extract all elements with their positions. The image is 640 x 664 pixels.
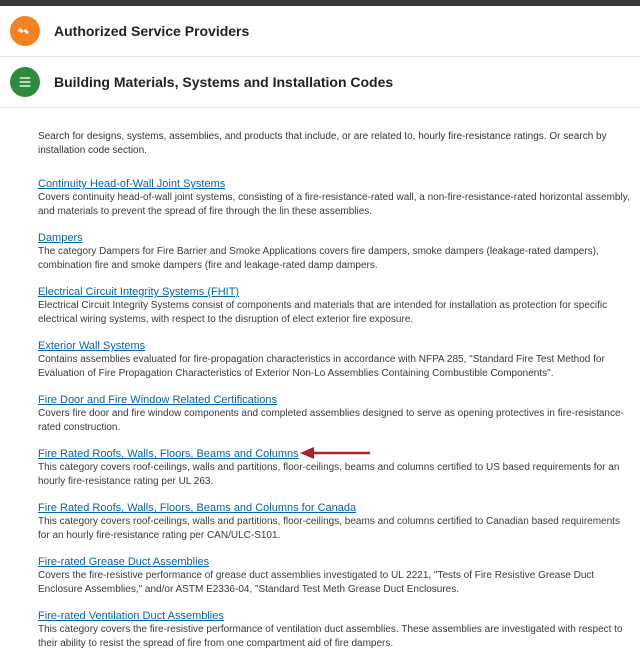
link-electrical-circuit-integrity[interactable]: Electrical Circuit Integrity Systems (FH…: [38, 286, 239, 298]
intro-text: Search for designs, systems, assemblies,…: [38, 130, 630, 158]
link-fire-rated-roofs-canada[interactable]: Fire Rated Roofs, Walls, Floors, Beams a…: [38, 502, 356, 514]
list-item: Electrical Circuit Integrity Systems (FH…: [38, 286, 630, 326]
entry-desc: Electrical Circuit Integrity Systems con…: [38, 299, 630, 326]
content-area: Search for designs, systems, assemblies,…: [0, 108, 640, 650]
entry-desc: Covers the fire-resistive performance of…: [38, 569, 630, 596]
link-fire-rated-ventilation-duct[interactable]: Fire-rated Ventilation Duct Assemblies: [38, 610, 224, 622]
section-title: Authorized Service Providers: [54, 23, 249, 39]
list-item: Fire Door and Fire Window Related Certif…: [38, 394, 630, 434]
section-title: Building Materials, Systems and Installa…: [54, 74, 393, 90]
link-continuity-head-of-wall[interactable]: Continuity Head-of-Wall Joint Systems: [38, 178, 225, 190]
link-fire-rated-roofs-us[interactable]: Fire Rated Roofs, Walls, Floors, Beams a…: [38, 448, 299, 460]
entry-desc: Covers continuity head-of-wall joint sys…: [38, 191, 630, 218]
entry-desc: This category covers roof-ceilings, wall…: [38, 461, 630, 488]
list-item: Exterior Wall Systems Contains assemblie…: [38, 340, 630, 380]
link-exterior-wall-systems[interactable]: Exterior Wall Systems: [38, 340, 145, 352]
entry-desc: This category covers the fire-resistive …: [38, 623, 630, 650]
entry-desc: Covers fire door and fire window compone…: [38, 407, 630, 434]
annotation-arrow-icon: [300, 443, 370, 463]
entry-desc: This category covers roof-ceilings, wall…: [38, 515, 630, 542]
list-item: Continuity Head-of-Wall Joint Systems Co…: [38, 178, 630, 218]
list-item: Fire Rated Roofs, Walls, Floors, Beams a…: [38, 448, 630, 488]
list-icon: [10, 67, 40, 97]
entry-desc: The category Dampers for Fire Barrier an…: [38, 245, 630, 272]
list-item: Fire-rated Grease Duct Assemblies Covers…: [38, 556, 630, 596]
link-fire-rated-grease-duct[interactable]: Fire-rated Grease Duct Assemblies: [38, 556, 209, 568]
handshake-icon: [10, 16, 40, 46]
list-item: Fire-rated Ventilation Duct Assemblies T…: [38, 610, 630, 650]
list-item: Dampers The category Dampers for Fire Ba…: [38, 232, 630, 272]
entry-desc: Contains assemblies evaluated for fire-p…: [38, 353, 630, 380]
header-building-materials[interactable]: Building Materials, Systems and Installa…: [0, 57, 640, 108]
header-authorized-service-providers[interactable]: Authorized Service Providers: [0, 6, 640, 57]
link-fire-door-window[interactable]: Fire Door and Fire Window Related Certif…: [38, 394, 277, 406]
list-item: Fire Rated Roofs, Walls, Floors, Beams a…: [38, 502, 630, 542]
link-dampers[interactable]: Dampers: [38, 232, 83, 244]
